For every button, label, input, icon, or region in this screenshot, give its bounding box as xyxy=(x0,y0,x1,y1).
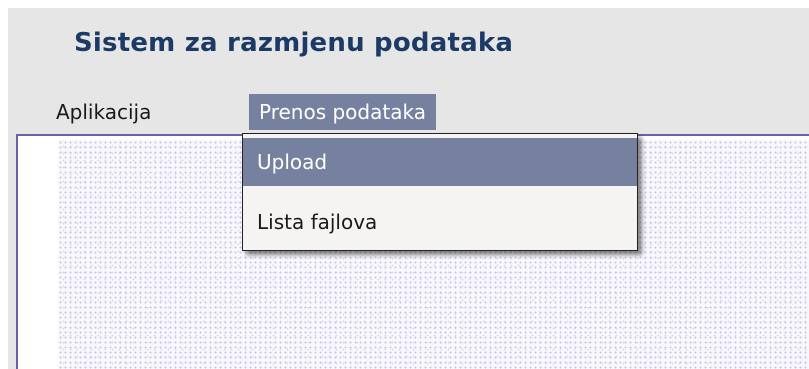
dropdown-item-lista-fajlova[interactable]: Lista fajlova xyxy=(243,198,637,246)
prenos-podataka-dropdown: Upload Lista fajlova xyxy=(242,133,638,251)
menu-prenos-podataka[interactable]: Prenos podataka xyxy=(249,94,436,130)
menu-aplikacija[interactable]: Aplikacija xyxy=(46,94,161,130)
app-title: Sistem za razmjenu podataka xyxy=(74,28,514,58)
menubar: Aplikacija Prenos podataka xyxy=(8,94,809,132)
dropdown-item-upload[interactable]: Upload xyxy=(243,138,637,186)
